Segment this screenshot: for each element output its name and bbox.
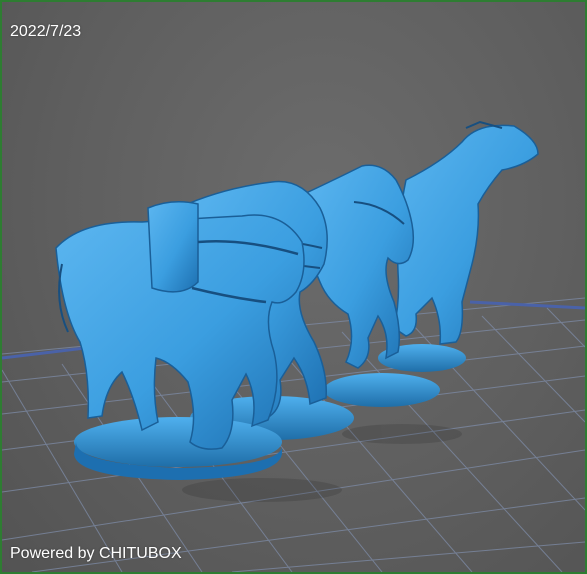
powered-by-watermark: Powered by CHITUBOX xyxy=(10,545,182,562)
base-3 xyxy=(324,373,440,407)
3d-viewport[interactable]: 2022/7/23 Powered by CHITUBOX xyxy=(0,0,587,574)
horse-model-1 xyxy=(55,201,305,450)
horse-model-4 xyxy=(393,120,539,345)
date-stamp: 2022/7/23 xyxy=(10,23,82,40)
3d-scene[interactable] xyxy=(2,2,585,572)
base-1 xyxy=(74,417,282,467)
